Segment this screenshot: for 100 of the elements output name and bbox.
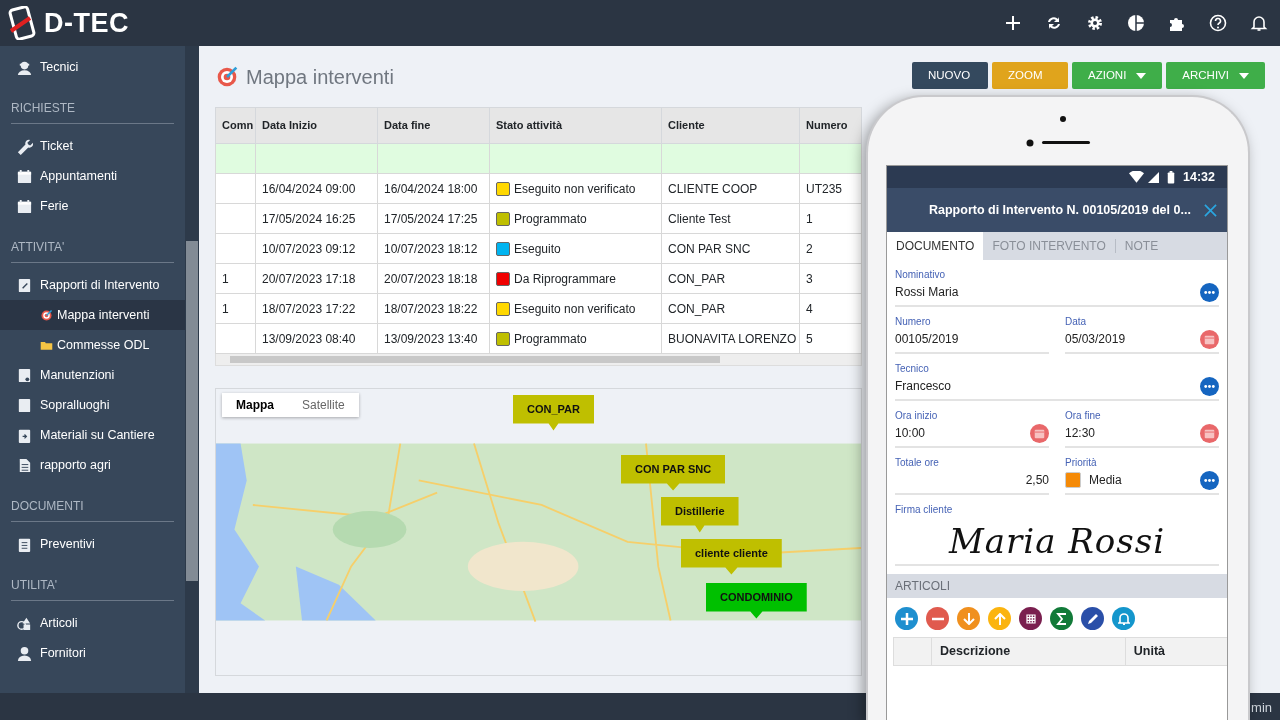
down-arrow-icon xyxy=(962,612,975,625)
sidebar-item[interactable]: Ticket xyxy=(0,131,185,161)
table-cell: Cliente Test xyxy=(661,203,800,234)
action-button[interactable] xyxy=(1050,607,1073,630)
map-marker[interactable]: CON_PAR xyxy=(513,395,594,431)
toolbar-button[interactable]: NUOVO xyxy=(912,62,988,89)
close-icon[interactable] xyxy=(1204,203,1217,217)
field-label: Data xyxy=(1065,315,1088,328)
table-cell: 3 xyxy=(799,263,862,294)
calendar-icon[interactable] xyxy=(1030,423,1049,443)
table-cell: 2 xyxy=(799,233,862,264)
calendar-icon[interactable] xyxy=(1200,329,1219,349)
calendar-icon[interactable] xyxy=(1200,423,1219,443)
signature: Maria Rossi xyxy=(948,521,1166,561)
bell-icon xyxy=(1117,612,1130,625)
status-label: Eseguito non verificato xyxy=(514,301,636,316)
field-value: 12:30 xyxy=(1065,425,1096,442)
wrench-icon xyxy=(16,137,33,155)
column-header[interactable]: Cliente xyxy=(661,107,800,144)
sidebar-item[interactable]: Fornitori xyxy=(0,638,185,668)
field-value: 2,50 xyxy=(1025,472,1049,489)
table-cell: 17/05/2024 16:25 xyxy=(255,203,378,234)
field-value: Media xyxy=(1089,472,1122,489)
phone-speaker-drawing xyxy=(1025,115,1091,147)
sidebar-item[interactable]: Sopralluoghi xyxy=(0,390,185,420)
action-button[interactable] xyxy=(1019,607,1042,630)
refresh-icon[interactable] xyxy=(1045,14,1063,32)
column-header[interactable]: Comn xyxy=(215,107,256,144)
plus-icon[interactable] xyxy=(1004,14,1022,32)
field-label: Firma cliente xyxy=(895,503,954,516)
sidebar-item[interactable]: Tecnici xyxy=(0,52,185,82)
target-icon xyxy=(40,308,53,322)
table-cell: 13/09/2023 13:40 xyxy=(377,323,490,354)
more-options-icon[interactable] xyxy=(1200,376,1219,396)
table-cell: 10/07/2023 18:12 xyxy=(377,233,490,264)
table-cell: 16/04/2024 18:00 xyxy=(377,173,490,204)
field-label: Nominativo xyxy=(895,268,947,281)
sidebar-item[interactable]: Manutenzioni xyxy=(0,360,185,390)
map-type-tab[interactable]: Mappa xyxy=(222,393,288,417)
map-type-tab[interactable]: Satellite xyxy=(288,393,359,417)
filter-cell[interactable] xyxy=(215,143,256,174)
more-options-icon[interactable] xyxy=(1200,470,1219,490)
filter-cell[interactable] xyxy=(661,143,800,174)
signature-field[interactable]: Maria Rossi xyxy=(895,516,1219,566)
grid-icon xyxy=(1024,612,1037,625)
field-value: Rossi Maria xyxy=(895,284,959,301)
calendar-icon xyxy=(16,197,33,215)
column-header[interactable]: Data Inizio xyxy=(255,107,378,144)
settings-icon[interactable] xyxy=(1086,14,1104,32)
column-header[interactable]: Descrizione xyxy=(931,637,1126,666)
status-label: Programmato xyxy=(514,331,587,346)
horizontal-scrollbar[interactable] xyxy=(215,354,862,366)
pie-chart-icon[interactable] xyxy=(1127,14,1145,32)
field-label: Ora inizio xyxy=(895,409,939,422)
section-header: ARTICOLI xyxy=(887,574,1227,598)
sidebar-item[interactable]: Articoli xyxy=(0,608,185,638)
table-cell: 5 xyxy=(799,323,862,354)
sidebar-item[interactable]: Ferie xyxy=(0,191,185,221)
wifi-icon xyxy=(1129,171,1144,183)
more-options-icon[interactable] xyxy=(1200,282,1219,302)
status-label: Eseguito non verificato xyxy=(514,181,636,196)
sidebar-item[interactable]: Commesse ODL xyxy=(0,330,185,360)
column-header[interactable]: Stato attività xyxy=(489,107,662,144)
table-cell: 13/09/2023 08:40 xyxy=(255,323,378,354)
dialog-title: Rapporto di Intervento N. 00105/2019 del 0... xyxy=(929,201,1191,219)
filter-cell[interactable] xyxy=(377,143,490,174)
table-cell: 1 xyxy=(215,293,256,324)
notification-bell-icon[interactable] xyxy=(1250,14,1268,32)
sidebar-item[interactable]: rapporto agri xyxy=(0,450,185,480)
scrollbar[interactable] xyxy=(185,46,199,693)
sidebar-item[interactable]: Appuntamenti xyxy=(0,161,185,191)
status-label: Da Riprogrammare xyxy=(514,271,617,286)
help-icon[interactable] xyxy=(1209,14,1227,32)
column-header[interactable]: Data fine xyxy=(377,107,490,144)
table-cell: 18/07/2023 17:22 xyxy=(255,293,378,324)
table-cell: 20/07/2023 17:18 xyxy=(255,263,378,294)
section-heading: DOCUMENTI xyxy=(11,490,174,522)
field-value: 00105/2019 xyxy=(895,331,959,348)
table-cell: CON_PAR xyxy=(661,293,800,324)
user-name: min xyxy=(1251,699,1272,717)
sidebar-item[interactable]: Preventivi xyxy=(0,529,185,559)
filter-cell[interactable] xyxy=(799,143,862,174)
sidebar-item[interactable]: Rapporti di Intervento xyxy=(0,270,185,300)
signal-icon xyxy=(1148,171,1159,183)
table-cell: 1 xyxy=(215,263,256,294)
sigma-icon xyxy=(1055,612,1068,625)
action-button[interactable] xyxy=(1081,607,1104,630)
column-header[interactable]: Unità xyxy=(1125,637,1227,666)
sidebar-item[interactable]: Mappa interventi xyxy=(0,300,185,330)
section-heading: UTILITA' xyxy=(11,569,174,601)
table-cell: 16/04/2024 09:00 xyxy=(255,173,378,204)
filter-cell[interactable] xyxy=(255,143,378,174)
field-label: Totale ore xyxy=(895,456,940,469)
sidebar-item[interactable]: Materiali su Cantiere xyxy=(0,420,185,450)
table-cell: 18/07/2023 18:22 xyxy=(377,293,490,324)
add-icon xyxy=(900,612,913,625)
filter-cell[interactable] xyxy=(489,143,662,174)
tab[interactable]: DOCUMENTO xyxy=(887,232,984,260)
pencil-icon xyxy=(1086,612,1099,625)
column-header[interactable]: Numero xyxy=(799,107,862,144)
